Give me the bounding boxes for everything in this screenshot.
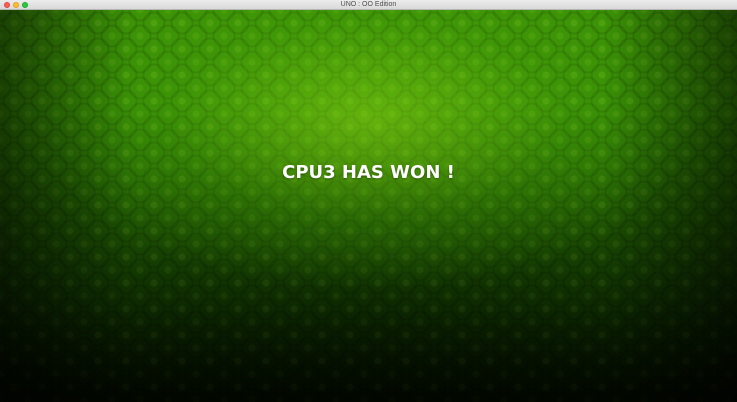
game-window: UNO : OO Edition CPU3 HAS WON ! [0,0,737,402]
title-bar[interactable]: UNO : OO Edition [0,0,737,10]
background-vignette [0,10,737,402]
winner-message: CPU3 HAS WON ! [282,162,455,183]
game-board: CPU3 HAS WON ! [0,10,737,402]
window-title: UNO : OO Edition [340,1,397,8]
